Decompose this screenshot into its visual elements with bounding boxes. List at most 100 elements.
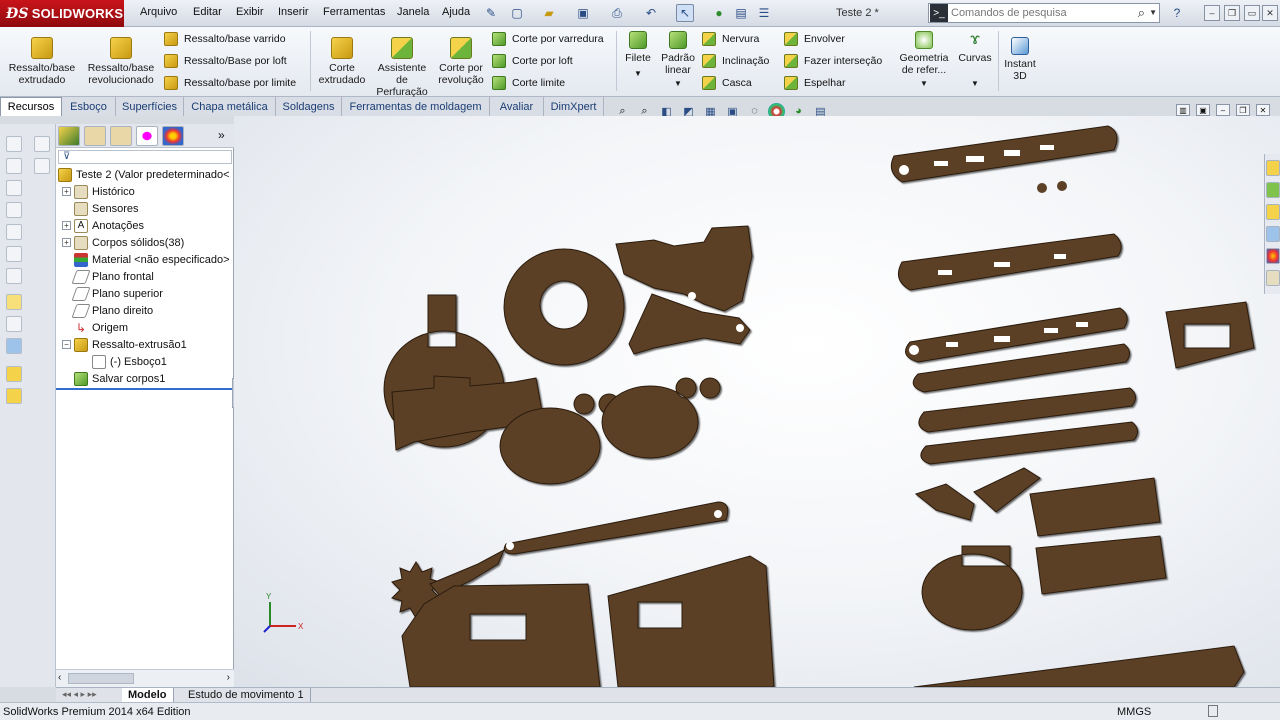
chevron-down-icon[interactable]: ▼ bbox=[1149, 8, 1157, 17]
tool-icon[interactable] bbox=[6, 366, 22, 382]
restore-button[interactable]: ❐ bbox=[1224, 5, 1240, 21]
expand-icon[interactable]: + bbox=[62, 187, 71, 196]
tab-esboco[interactable]: Esboço bbox=[62, 97, 116, 116]
base-panel-left[interactable] bbox=[401, 583, 601, 687]
boundary-boss-button[interactable]: Ressalto/base por limite bbox=[164, 74, 296, 92]
chevron-down-icon[interactable]: ▼ bbox=[896, 78, 952, 90]
tool-icon[interactable] bbox=[6, 246, 22, 262]
expand-icon[interactable]: + bbox=[62, 221, 71, 230]
select-arrow-icon[interactable]: ↖ bbox=[676, 4, 694, 22]
gear-housing-2[interactable] bbox=[601, 377, 721, 459]
swept-boss-button[interactable]: Ressalto/base varrido bbox=[164, 30, 286, 48]
file-properties-icon[interactable]: ▤ bbox=[732, 4, 750, 22]
undo-icon[interactable]: ↶ bbox=[642, 4, 660, 22]
search-input[interactable]: Comandos de pesquisa bbox=[951, 7, 1067, 19]
tree-item-historico[interactable]: + Histórico bbox=[62, 183, 135, 200]
configuration-manager-tab-icon[interactable] bbox=[110, 126, 132, 146]
viewport-link-icon[interactable]: ▣ bbox=[1196, 104, 1210, 116]
file-explorer-icon[interactable] bbox=[1266, 204, 1280, 220]
tool-icon[interactable] bbox=[6, 388, 22, 404]
tree-item-anotacoes[interactable]: + A Anotações bbox=[62, 217, 144, 234]
hole-wizard-button[interactable]: Assistente de Perfuração bbox=[372, 37, 432, 98]
minimize-button[interactable]: – bbox=[1204, 5, 1220, 21]
boundary-cut-button[interactable]: Corte limite bbox=[492, 74, 565, 92]
units-indicator[interactable]: MMGS bbox=[1117, 706, 1151, 718]
rebuild-icon[interactable]: ● bbox=[710, 4, 728, 22]
bracket-plate[interactable] bbox=[1165, 301, 1255, 369]
home-icon[interactable] bbox=[1266, 160, 1280, 176]
menu-exibir[interactable]: Exibir bbox=[236, 6, 264, 18]
rollback-bar[interactable] bbox=[56, 388, 232, 390]
property-manager-tab-icon[interactable] bbox=[84, 126, 106, 146]
display-manager-tab-icon[interactable] bbox=[162, 126, 184, 146]
expand-panel-icon[interactable]: » bbox=[218, 128, 225, 142]
rib-button[interactable]: Nervura bbox=[702, 30, 759, 48]
graphics-area[interactable]: Y X bbox=[234, 116, 1280, 687]
tab-superficies[interactable]: Superfícies bbox=[116, 97, 184, 116]
viewport-close-icon[interactable]: ✕ bbox=[1256, 104, 1270, 116]
swept-cut-button[interactable]: Corte por varredura bbox=[492, 30, 604, 48]
viewport-split-icon[interactable]: ▥ bbox=[1176, 104, 1190, 116]
draft-button[interactable]: Inclinação bbox=[702, 52, 769, 70]
slotted-plate-1[interactable] bbox=[1029, 477, 1161, 537]
menu-arquivo[interactable]: Arquivo bbox=[140, 6, 177, 18]
print-icon[interactable]: ⎙ bbox=[608, 4, 626, 22]
custom-properties-icon[interactable] bbox=[1266, 270, 1280, 286]
tree-item-material[interactable]: Material <não especificado> bbox=[74, 251, 230, 268]
tab-nav-icons[interactable]: ◂◂ ◂ ▸ ▸▸ bbox=[62, 689, 97, 700]
tool-icon[interactable] bbox=[6, 338, 22, 354]
scroll-left-icon[interactable]: ‹ bbox=[58, 672, 61, 683]
tree-item-sensores[interactable]: Sensores bbox=[74, 200, 138, 217]
tool-icon[interactable] bbox=[6, 224, 22, 240]
tool-icon[interactable] bbox=[34, 136, 50, 152]
long-link[interactable] bbox=[503, 501, 729, 555]
lofted-cut-button[interactable]: Corte por loft bbox=[492, 52, 573, 70]
tree-item-plano-direito[interactable]: Plano direito bbox=[71, 302, 153, 319]
curves-button[interactable]: ɤ Curvas ▼ bbox=[956, 31, 994, 90]
viewport-minimize-icon[interactable]: – bbox=[1216, 104, 1230, 116]
chevron-down-icon[interactable]: ▼ bbox=[658, 78, 698, 90]
collapse-icon[interactable]: − bbox=[62, 340, 71, 349]
new-document-icon[interactable]: ▢ bbox=[508, 4, 526, 22]
tool-icon[interactable] bbox=[6, 316, 22, 332]
search-icon[interactable]: ⌕ bbox=[1138, 5, 1145, 21]
tool-icon[interactable] bbox=[6, 202, 22, 218]
appearances-icon[interactable] bbox=[1266, 248, 1280, 264]
close-button[interactable]: ✕ bbox=[1262, 5, 1278, 21]
menu-editar[interactable]: Editar bbox=[193, 6, 222, 18]
view-palette-icon[interactable] bbox=[1266, 226, 1280, 242]
chevron-down-icon[interactable]: ▼ bbox=[956, 78, 994, 90]
claw-parts[interactable] bbox=[914, 467, 1041, 521]
revolved-boss-button[interactable]: Ressalto/base revolucionado bbox=[84, 37, 158, 86]
tab-dimxpert[interactable]: DimXpert bbox=[544, 97, 604, 116]
tree-item-ressalto-extrusao1[interactable]: − Ressalto-extrusão1 bbox=[62, 336, 187, 353]
tab-soldagens[interactable]: Soldagens bbox=[276, 97, 342, 116]
chevron-down-icon[interactable]: ▼ bbox=[620, 68, 656, 80]
revolved-cut-button[interactable]: Corte por revolução bbox=[434, 37, 488, 86]
menu-ajuda[interactable]: Ajuda bbox=[442, 6, 470, 18]
tool-icon[interactable] bbox=[6, 268, 22, 284]
extruded-cut-button[interactable]: Corte extrudado bbox=[314, 37, 370, 86]
scroll-thumb[interactable] bbox=[68, 673, 134, 684]
base-panel-right[interactable] bbox=[607, 555, 775, 687]
tree-item-esboco1[interactable]: (-) Esboço1 bbox=[92, 353, 167, 370]
menu-ferramentas[interactable]: Ferramentas bbox=[323, 6, 385, 18]
feature-manager-tab-icon[interactable] bbox=[58, 126, 80, 146]
options-icon[interactable]: ☰ bbox=[755, 4, 773, 22]
tab-avaliar[interactable]: Avaliar bbox=[490, 97, 544, 116]
dimxpert-manager-tab-icon[interactable] bbox=[136, 126, 158, 146]
tool-icon[interactable] bbox=[34, 158, 50, 174]
tile-button[interactable]: ▭ bbox=[1244, 5, 1260, 21]
tab-modelo[interactable]: Modelo bbox=[122, 688, 174, 702]
tree-item-origem[interactable]: ↳ Origem bbox=[74, 319, 128, 336]
tab-recursos[interactable]: Recursos bbox=[0, 97, 62, 116]
viewport-restore-icon[interactable]: ❐ bbox=[1236, 104, 1250, 116]
tree-filter[interactable]: ⊽ bbox=[58, 150, 232, 164]
design-library-icon[interactable] bbox=[1266, 182, 1280, 198]
tab-chapa-metalica[interactable]: Chapa metálica bbox=[184, 97, 276, 116]
scroll-right-icon[interactable]: › bbox=[227, 672, 230, 683]
menu-janela[interactable]: Janela bbox=[397, 6, 429, 18]
tree-root[interactable]: Teste 2 (Valor predeterminado< bbox=[58, 166, 230, 183]
pin-icon[interactable]: ✎ bbox=[482, 4, 500, 22]
save-icon[interactable]: ▣ bbox=[574, 4, 592, 22]
